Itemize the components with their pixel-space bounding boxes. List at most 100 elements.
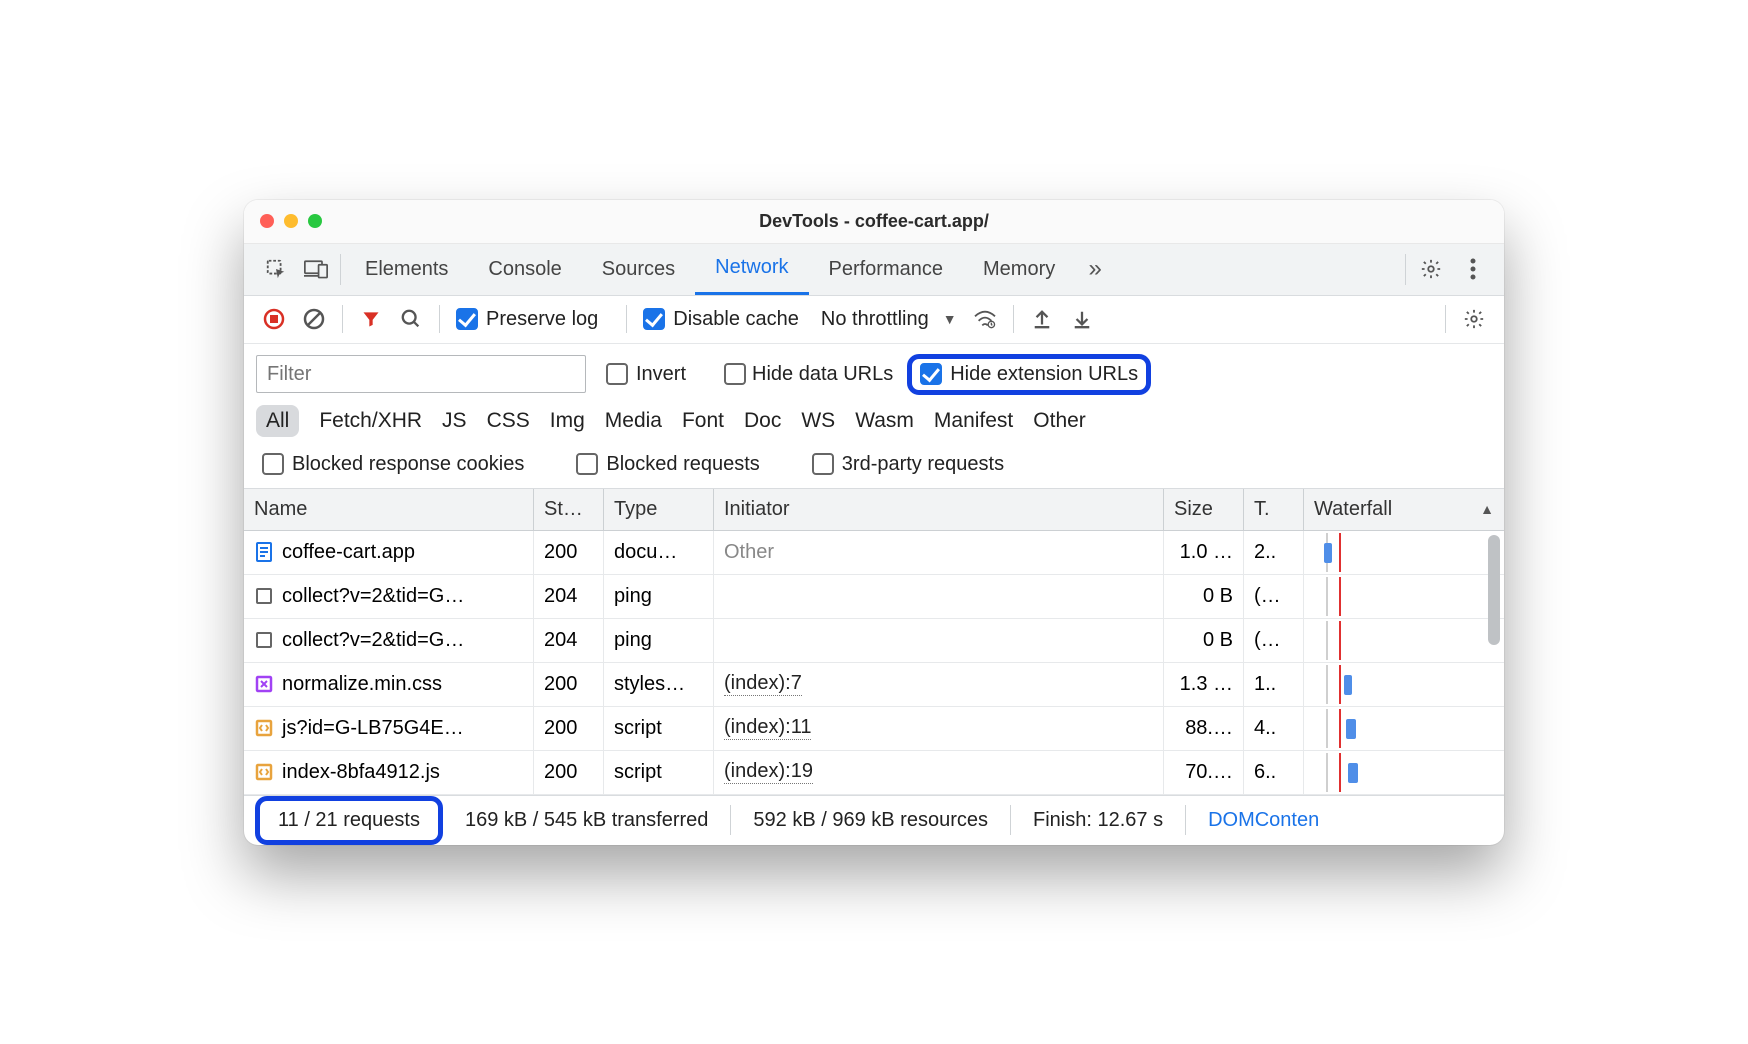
- settings-icon[interactable]: [1410, 258, 1452, 280]
- type-filter-manifest[interactable]: Manifest: [934, 409, 1013, 433]
- initiator-link[interactable]: (index):7: [724, 672, 802, 696]
- cell-initiator: [714, 575, 1164, 618]
- blocked-cookies-label: Blocked response cookies: [292, 453, 524, 476]
- tab-elements[interactable]: Elements: [345, 244, 468, 295]
- table-row[interactable]: collect?v=2&tid=G… 204 ping 0 B (…: [244, 619, 1504, 663]
- file-type-icon: [254, 674, 274, 694]
- status-domcontent: DOMConten: [1186, 805, 1341, 835]
- invert-label: Invert: [636, 363, 686, 386]
- device-toolbar-icon[interactable]: [296, 244, 336, 295]
- type-filter-media[interactable]: Media: [605, 409, 662, 433]
- cell-name: coffee-cart.app: [244, 531, 534, 574]
- cell-time: 6..: [1244, 751, 1304, 794]
- devtools-window: DevTools - coffee-cart.app/ Elements Con…: [244, 200, 1504, 845]
- cell-name: index-8bfa4912.js: [244, 751, 534, 794]
- table-row[interactable]: index-8bfa4912.js 200 script (index):19 …: [244, 751, 1504, 795]
- type-filter-img[interactable]: Img: [550, 409, 585, 433]
- checkbox-icon: [812, 453, 834, 475]
- network-conditions-icon[interactable]: [967, 301, 1003, 337]
- table-row[interactable]: coffee-cart.app 200 docu… Other 1.0 … 2.…: [244, 531, 1504, 575]
- tab-sources[interactable]: Sources: [582, 244, 695, 295]
- col-status[interactable]: St…: [534, 489, 604, 530]
- type-filter-css[interactable]: CSS: [487, 409, 530, 433]
- blocked-cookies-checkbox[interactable]: Blocked response cookies: [262, 453, 524, 476]
- col-size[interactable]: Size: [1164, 489, 1244, 530]
- initiator-link[interactable]: (index):11: [724, 716, 811, 740]
- filter-toggle-icon[interactable]: [353, 301, 389, 337]
- type-filter-ws[interactable]: WS: [801, 409, 835, 433]
- filter-bar: Invert Hide data URLs Hide extension URL…: [244, 344, 1504, 395]
- cell-time: 2..: [1244, 531, 1304, 574]
- col-name[interactable]: Name: [244, 489, 534, 530]
- invert-checkbox[interactable]: Invert: [606, 363, 686, 386]
- scrollbar[interactable]: [1486, 531, 1500, 795]
- col-initiator[interactable]: Initiator: [714, 489, 1164, 530]
- record-button[interactable]: [256, 301, 292, 337]
- hide-extension-urls-label: Hide extension URLs: [950, 363, 1138, 386]
- network-settings-icon[interactable]: [1456, 301, 1492, 337]
- tab-console[interactable]: Console: [468, 244, 581, 295]
- download-har-icon[interactable]: [1064, 301, 1100, 337]
- checkbox-icon: [606, 363, 628, 385]
- cell-initiator: (index):7: [714, 663, 1164, 706]
- divider: [1445, 305, 1446, 333]
- third-party-checkbox[interactable]: 3rd-party requests: [812, 453, 1004, 476]
- divider: [1405, 254, 1406, 285]
- divider: [342, 305, 343, 333]
- col-time[interactable]: T.: [1244, 489, 1304, 530]
- blocked-requests-checkbox[interactable]: Blocked requests: [576, 453, 759, 476]
- upload-har-icon[interactable]: [1024, 301, 1060, 337]
- cell-initiator: [714, 619, 1164, 662]
- col-waterfall[interactable]: Waterfall ▲: [1304, 489, 1504, 530]
- cell-size: 0 B: [1164, 619, 1244, 662]
- type-filter-doc[interactable]: Doc: [744, 409, 781, 433]
- cell-initiator: (index):11: [714, 707, 1164, 750]
- disable-cache-checkbox[interactable]: Disable cache: [643, 308, 799, 331]
- window-title: DevTools - coffee-cart.app/: [244, 211, 1504, 232]
- network-toolbar: Preserve log Disable cache No throttling…: [244, 296, 1504, 344]
- status-resources: 592 kB / 969 kB resources: [731, 805, 1011, 835]
- type-filter-other[interactable]: Other: [1033, 409, 1086, 433]
- table-row[interactable]: collect?v=2&tid=G… 204 ping 0 B (…: [244, 575, 1504, 619]
- type-filter-all[interactable]: All: [256, 405, 299, 437]
- kebab-menu-icon[interactable]: [1452, 258, 1494, 280]
- preserve-log-checkbox[interactable]: Preserve log: [456, 308, 598, 331]
- cell-status: 200: [534, 751, 604, 794]
- type-filter-font[interactable]: Font: [682, 409, 724, 433]
- tab-performance[interactable]: Performance: [809, 244, 964, 295]
- third-party-label: 3rd-party requests: [842, 453, 1004, 476]
- request-name: js?id=G-LB75G4E…: [282, 717, 464, 740]
- divider: [439, 305, 440, 333]
- search-icon[interactable]: [393, 301, 429, 337]
- hide-extension-urls-checkbox[interactable]: Hide extension URLs: [920, 363, 1138, 386]
- file-type-icon: [254, 762, 274, 782]
- tab-network[interactable]: Network: [695, 244, 808, 295]
- table-body[interactable]: coffee-cart.app 200 docu… Other 1.0 … 2.…: [244, 531, 1504, 795]
- extra-filters: Blocked response cookies Blocked request…: [244, 447, 1504, 489]
- more-tabs-button[interactable]: »: [1075, 244, 1115, 295]
- clear-button[interactable]: [296, 301, 332, 337]
- col-type[interactable]: Type: [604, 489, 714, 530]
- tab-memory[interactable]: Memory: [963, 244, 1075, 295]
- cell-waterfall: [1304, 575, 1504, 618]
- panel-tabs: Elements Console Sources Network Perform…: [345, 244, 1401, 295]
- cell-time: 4..: [1244, 707, 1304, 750]
- initiator-link[interactable]: (index):19: [724, 760, 813, 784]
- inspect-element-icon[interactable]: [256, 244, 296, 295]
- checkbox-checked-icon: [456, 308, 478, 330]
- filter-input[interactable]: [256, 355, 586, 393]
- file-type-icon: [254, 586, 274, 606]
- hide-data-urls-checkbox[interactable]: Hide data URLs: [724, 363, 893, 386]
- table-row[interactable]: normalize.min.css 200 styles… (index):7 …: [244, 663, 1504, 707]
- type-filter-fetchxhr[interactable]: Fetch/XHR: [319, 409, 422, 433]
- chevron-down-icon: ▼: [943, 311, 957, 327]
- blocked-requests-label: Blocked requests: [606, 453, 759, 476]
- type-filter-wasm[interactable]: Wasm: [855, 409, 914, 433]
- divider: [626, 305, 627, 333]
- cell-time: (…: [1244, 575, 1304, 618]
- status-bar: 11 / 21 requests 169 kB / 545 kB transfe…: [244, 795, 1504, 845]
- table-row[interactable]: js?id=G-LB75G4E… 200 script (index):11 8…: [244, 707, 1504, 751]
- type-filter-js[interactable]: JS: [442, 409, 467, 433]
- throttling-select[interactable]: No throttling ▼: [821, 308, 957, 331]
- scrollbar-thumb[interactable]: [1488, 535, 1500, 645]
